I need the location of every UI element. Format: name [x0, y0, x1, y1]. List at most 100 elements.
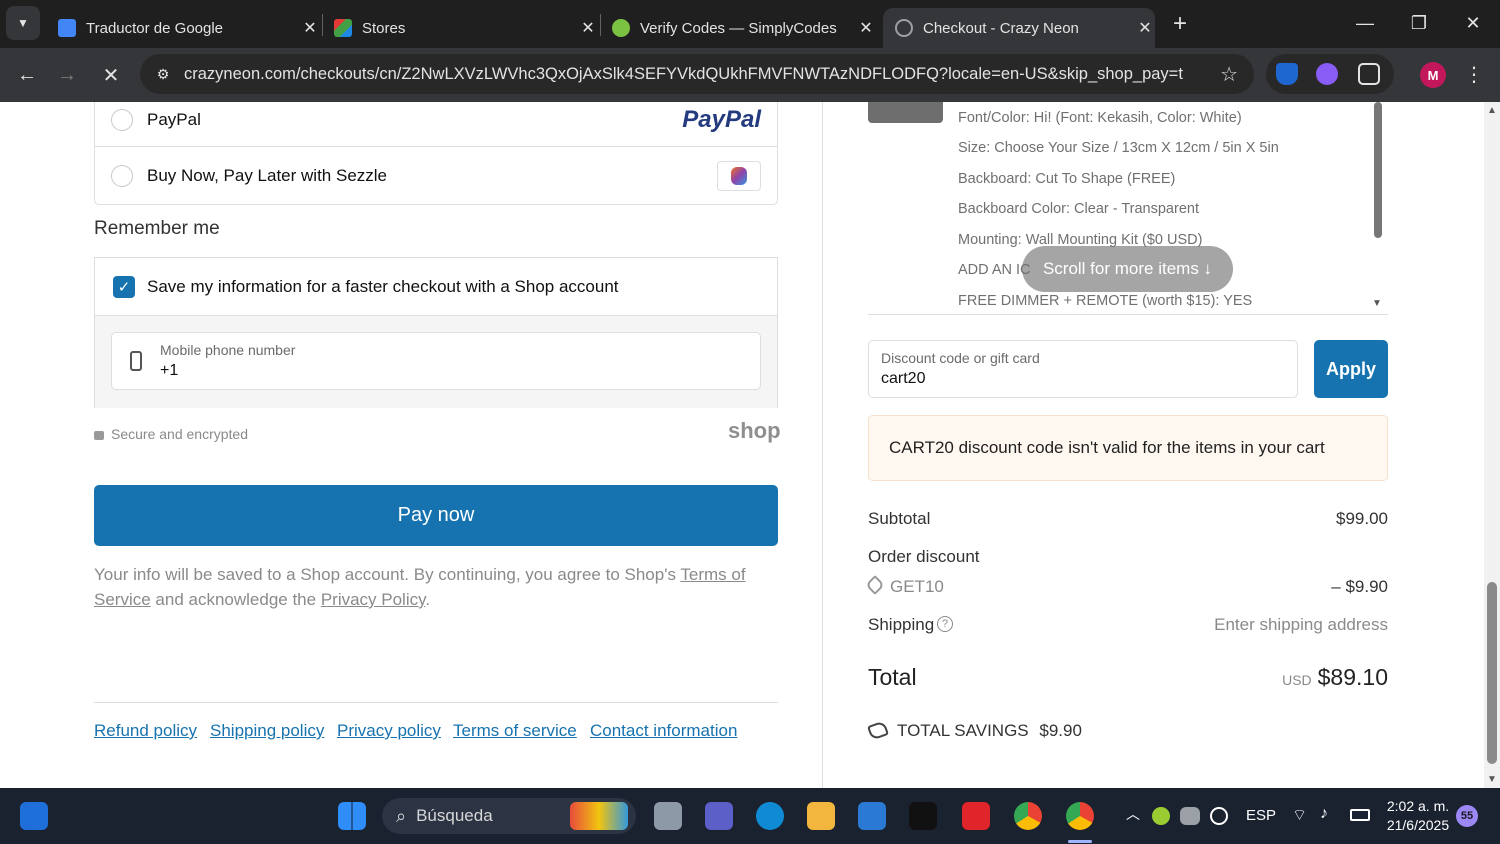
- scroll-down-icon[interactable]: ▼: [1487, 774, 1497, 785]
- shop-logo: shop: [728, 418, 781, 443]
- clock[interactable]: 2:02 a. m. 21/6/2025: [1382, 797, 1454, 835]
- save-info-checkbox[interactable]: ✓: [113, 275, 135, 298]
- url-text[interactable]: crazyneon.com/checkouts/cn/Z2NwLXVzLWVhc…: [184, 65, 1184, 84]
- sync-icon[interactable]: [1210, 807, 1228, 825]
- pay-now-button[interactable]: Pay now: [94, 485, 778, 546]
- wifi-icon[interactable]: ⌔: [1292, 805, 1307, 825]
- savings-tag-icon: [866, 720, 890, 741]
- sezzle-logo: [717, 161, 761, 191]
- discount-amount: – $9.90: [1331, 577, 1388, 596]
- shipping-policy-link[interactable]: Shipping policy: [210, 721, 324, 741]
- tab-title: Verify Codes — SimplyCodes: [640, 19, 837, 37]
- total-row-value: USD $89.10: [1282, 664, 1388, 691]
- chrome-profile-icon[interactable]: [1066, 802, 1094, 830]
- tab-simplycodes[interactable]: Verify Codes — SimplyCodes ✕: [604, 8, 876, 48]
- total-savings-label: TOTAL SAVINGS: [897, 721, 1029, 740]
- tab-title: Traductor de Google: [86, 19, 224, 37]
- stop-loading-icon[interactable]: ✕: [96, 60, 126, 90]
- tray-app-icon[interactable]: [1152, 807, 1170, 825]
- windows-start-icon[interactable]: [338, 802, 366, 830]
- tab-google-translate[interactable]: Traductor de Google ✕: [50, 8, 320, 48]
- consent-before: Your info will be saved to a Shop accoun…: [94, 565, 681, 584]
- taskbar-search[interactable]: ⌕ Búsqueda: [382, 798, 636, 834]
- back-arrow-icon[interactable]: ←: [12, 60, 42, 90]
- sezzle-radio[interactable]: [111, 165, 133, 187]
- tab-stores[interactable]: Stores ✕: [326, 8, 598, 48]
- column-divider: [822, 102, 823, 788]
- variant-add-on: ADD AN IC: [958, 262, 1031, 278]
- show-hidden-icons-icon[interactable]: ︿: [1126, 804, 1140, 824]
- discount-error-banner: CART20 discount code isn't valid for the…: [868, 415, 1388, 481]
- tab-search-chevron-icon[interactable]: ▼: [6, 6, 40, 40]
- browser-menu-icon[interactable]: ⋮: [1464, 62, 1484, 88]
- close-tab-icon[interactable]: ✕: [578, 18, 598, 38]
- discount-code-field[interactable]: Discount code or gift card cart20: [868, 340, 1298, 398]
- volume-icon[interactable]: ♪: [1320, 805, 1328, 823]
- site-info-icon[interactable]: ⚙: [152, 63, 174, 85]
- extensions-puzzle-icon[interactable]: [1358, 63, 1380, 85]
- shield-extension-icon[interactable]: [1276, 63, 1298, 85]
- total-value: $89.10: [1317, 664, 1388, 690]
- scroll-for-more-items-button[interactable]: Scroll for more items ↓: [1022, 246, 1233, 292]
- google-translate-icon: [58, 19, 76, 37]
- refund-policy-link[interactable]: Refund policy: [94, 721, 197, 741]
- search-icon: ⌕: [396, 805, 407, 826]
- terms-of-service-link[interactable]: Terms of service: [453, 721, 577, 741]
- variant-font-color: Font/Color: Hi! (Font: Kekasih, Color: W…: [958, 110, 1242, 126]
- task-view-icon[interactable]: [654, 802, 682, 830]
- chrome-icon[interactable]: [1014, 802, 1042, 830]
- shipping-help-icon[interactable]: ?: [937, 616, 953, 632]
- mobile-phone-field[interactable]: Mobile phone number +1: [111, 332, 761, 390]
- subtotal-label: Subtotal: [868, 509, 931, 528]
- scroll-up-icon[interactable]: ▲: [1487, 105, 1497, 116]
- new-tab-plus-icon[interactable]: +: [1166, 10, 1194, 38]
- items-scroll-down-icon[interactable]: ▼: [1372, 298, 1382, 309]
- widgets-icon[interactable]: [20, 802, 48, 830]
- bookmark-star-icon[interactable]: ☆: [1220, 62, 1238, 87]
- paypal-logo: PayPal: [682, 105, 761, 133]
- sezzle-option[interactable]: Buy Now, Pay Later with Sezzle: [95, 147, 777, 205]
- vivaldi-icon[interactable]: [962, 802, 990, 830]
- profile-avatar[interactable]: M: [1420, 62, 1446, 88]
- phone-field-label: Mobile phone number: [160, 342, 296, 358]
- language-indicator[interactable]: ESP: [1246, 807, 1276, 824]
- discount-field-value[interactable]: cart20: [881, 370, 925, 388]
- items-scrollbar[interactable]: [1374, 102, 1382, 238]
- variant-backboard-color: Backboard Color: Clear - Transparent: [958, 201, 1199, 217]
- close-tab-icon[interactable]: ✕: [1135, 18, 1155, 38]
- file-explorer-icon[interactable]: [807, 802, 835, 830]
- notification-badge[interactable]: 55: [1456, 805, 1478, 827]
- battery-icon[interactable]: [1350, 809, 1370, 821]
- total-label: Total: [868, 664, 917, 690]
- teams-chat-icon[interactable]: [705, 802, 733, 830]
- tiktok-icon[interactable]: [909, 802, 937, 830]
- close-window-icon[interactable]: ✕: [1450, 8, 1496, 38]
- shop-privacy-link[interactable]: Privacy Policy: [321, 590, 426, 609]
- purple-extension-icon[interactable]: [1316, 63, 1338, 85]
- onedrive-icon[interactable]: [1180, 807, 1200, 825]
- paypal-radio[interactable]: [111, 108, 133, 131]
- taskbar-search-label: Búsqueda: [416, 806, 493, 825]
- save-info-row[interactable]: ✓ Save my information for a faster check…: [95, 258, 777, 316]
- close-tab-icon[interactable]: ✕: [300, 18, 320, 38]
- apply-discount-button[interactable]: Apply: [1314, 340, 1388, 398]
- contact-information-link[interactable]: Contact information: [590, 721, 737, 741]
- tab-strip: ▼ Traductor de Google ✕ Stores ✕ Verify …: [0, 0, 1500, 48]
- shipping-value: Enter shipping address: [1214, 615, 1388, 634]
- page-scrollbar[interactable]: ▲ ▼: [1484, 102, 1500, 788]
- variant-dimmer: FREE DIMMER + REMOTE (worth $15): YES: [958, 293, 1253, 309]
- forward-arrow-icon[interactable]: →: [52, 60, 82, 90]
- shipping-label: Shipping: [868, 615, 935, 634]
- close-tab-icon[interactable]: ✕: [856, 18, 876, 38]
- restore-icon[interactable]: ❐: [1396, 8, 1442, 38]
- minimize-icon[interactable]: —: [1342, 8, 1388, 38]
- page-scroll-thumb[interactable]: [1487, 582, 1497, 764]
- privacy-policy-link[interactable]: Privacy policy: [337, 721, 441, 741]
- microsoft-store-icon[interactable]: [858, 802, 886, 830]
- tab-checkout-crazy-neon[interactable]: Checkout - Crazy Neon ✕: [883, 8, 1155, 48]
- address-bar[interactable]: ⚙ crazyneon.com/checkouts/cn/Z2NwLXVzLWV…: [140, 54, 1254, 94]
- browser-toolbar: ← → ✕ ⚙ crazyneon.com/checkouts/cn/Z2NwL…: [0, 48, 1500, 102]
- paypal-option[interactable]: PayPal PayPal: [95, 102, 777, 147]
- edge-icon[interactable]: [756, 802, 784, 830]
- phone-field-value[interactable]: +1: [160, 362, 178, 380]
